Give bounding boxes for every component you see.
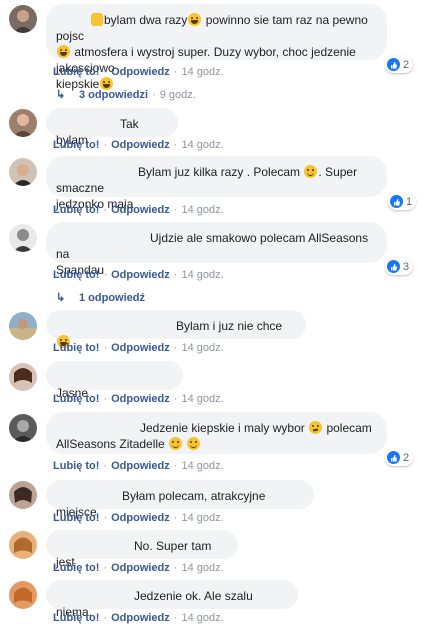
smiling-emoji-icon [187, 437, 201, 450]
timestamp[interactable]: 14 godz. [181, 393, 223, 405]
reaction-count[interactable]: 3 [385, 258, 414, 275]
reply-link[interactable]: Odpowiedz [111, 342, 170, 354]
reply-link[interactable]: Odpowiedz [111, 460, 170, 472]
reply-link[interactable]: Odpowiedz [111, 612, 170, 624]
timestamp[interactable]: 14 godz. [181, 66, 223, 78]
reply-link[interactable]: Odpowiedz [111, 393, 170, 405]
like-icon [387, 58, 400, 71]
like-link[interactable]: Lubię to! [53, 139, 99, 151]
like-icon [390, 195, 403, 208]
reply-link[interactable]: Odpowiedz [111, 512, 170, 524]
timestamp[interactable]: 14 godz. [181, 204, 223, 216]
thumbs-up-emoji-icon [91, 13, 103, 26]
comment-bubble: Bylam i juz nie chce [46, 310, 306, 348]
comment-text: bylam dwa razy [104, 13, 188, 27]
avatar[interactable] [9, 581, 37, 609]
comment-bubble: Jedzenie kiepskie i maly wybor polecam A… [46, 412, 387, 454]
like-icon [387, 451, 400, 464]
view-replies-link[interactable]: ↳ 3 odpowiedzi · 9 godz. [56, 88, 196, 101]
like-link[interactable]: Lubię to! [53, 612, 99, 624]
timestamp[interactable]: 14 godz. [181, 562, 223, 574]
reply-arrow-icon: ↳ [56, 89, 66, 101]
reaction-count[interactable]: 2 [385, 56, 414, 73]
comment-bubble: Jedzenie ok. Ale szalu niema. [46, 580, 298, 619]
comment-text: Ujdzie ale smakowo polecam AllSeasons na [56, 231, 369, 261]
timestamp[interactable]: 14 godz. [181, 460, 223, 472]
comment-text: Jedzenie kiepskie i maly wybor [140, 421, 305, 435]
comment-text: AllSeasons Zitadelle [56, 437, 165, 451]
avatar[interactable] [9, 531, 37, 559]
reply-link[interactable]: Odpowiedz [111, 269, 170, 281]
laughing-emoji-icon [57, 45, 70, 58]
comment-actions: Lubię to! · Odpowiedz · 14 godz. [53, 612, 224, 624]
avatar[interactable] [9, 312, 37, 340]
reply-link[interactable]: Odpowiedz [111, 139, 170, 151]
laughing-emoji-icon [188, 13, 202, 26]
avatar[interactable] [9, 481, 37, 509]
like-icon [387, 260, 400, 273]
like-link[interactable]: Lubię to! [53, 269, 99, 281]
avatar[interactable] [9, 224, 37, 252]
comment-actions: Lubię to! · Odpowiedz · 14 godz. [53, 460, 224, 472]
reply-link[interactable]: Odpowiedz [111, 204, 170, 216]
timestamp[interactable]: 14 godz. [181, 612, 223, 624]
comment-actions: Lubię to! · Odpowiedz · 14 godz. [53, 269, 224, 281]
timestamp[interactable]: 14 godz. [181, 269, 223, 281]
comment-bubble: Ujdzie ale smakowo polecam AllSeasons na… [46, 222, 387, 277]
like-link[interactable]: Lubię to! [53, 562, 99, 574]
comment-actions: Lubię to! · Odpowiedz · 14 godz. [53, 204, 224, 216]
comment-text: polecam [326, 421, 372, 435]
comment-actions: Lubię to! · Odpowiedz · 14 godz. [53, 342, 224, 354]
view-replies-link[interactable]: ↳ 1 odpowiedź [56, 291, 145, 304]
comment-actions: Lubię to! · Odpowiedz · 14 godz. [53, 562, 224, 574]
comment-bubble: Tak bylam [46, 108, 178, 147]
avatar[interactable] [9, 5, 37, 33]
comment-text: Bylam juz kilka razy . Polecam [138, 165, 301, 179]
smiling-emoji-icon [169, 437, 183, 450]
like-link[interactable]: Lubię to! [53, 204, 99, 216]
like-link[interactable]: Lubię to! [53, 393, 99, 405]
like-link[interactable]: Lubię to! [53, 342, 99, 354]
comment-bubble: Jasne [46, 361, 183, 400]
comment-bubble: No. Super tam jest [46, 530, 238, 569]
timestamp[interactable]: 14 godz. [181, 512, 223, 524]
reaction-count[interactable]: 2 [385, 449, 414, 466]
comment-actions: Lubię to! · Odpowiedz · 14 godz. [53, 139, 224, 151]
smiling-emoji-icon [304, 165, 318, 178]
comment-bubble: Bylam juz kilka razy . Polecam . Super s… [46, 156, 387, 211]
comment-actions: Lubię to! · Odpowiedz · 14 godz. [53, 512, 224, 524]
reaction-count[interactable]: 1 [388, 193, 417, 210]
avatar[interactable] [9, 363, 37, 391]
like-link[interactable]: Lubię to! [53, 512, 99, 524]
reply-link[interactable]: Odpowiedz [111, 562, 170, 574]
comment-bubble: Byłam polecam, atrakcyjne miejsce [46, 480, 314, 519]
reply-link[interactable]: Odpowiedz [111, 66, 170, 78]
timestamp[interactable]: 14 godz. [181, 342, 223, 354]
confused-emoji-icon [309, 421, 323, 434]
reply-arrow-icon: ↳ [56, 292, 66, 304]
like-link[interactable]: Lubię to! [53, 66, 99, 78]
like-link[interactable]: Lubię to! [53, 460, 99, 472]
avatar[interactable] [9, 109, 37, 137]
comment-bubble: bylam dwa razy powinno sie tam raz na pe… [46, 4, 387, 91]
comment-actions: Lubię to! · Odpowiedz · 14 godz. [53, 393, 224, 405]
avatar[interactable] [9, 158, 37, 186]
comment-text: Bylam i juz nie chce [176, 319, 283, 333]
timestamp[interactable]: 14 godz. [181, 139, 223, 151]
comment-actions: Lubię to! · Odpowiedz · 14 godz. [53, 66, 224, 78]
avatar[interactable] [9, 414, 37, 442]
